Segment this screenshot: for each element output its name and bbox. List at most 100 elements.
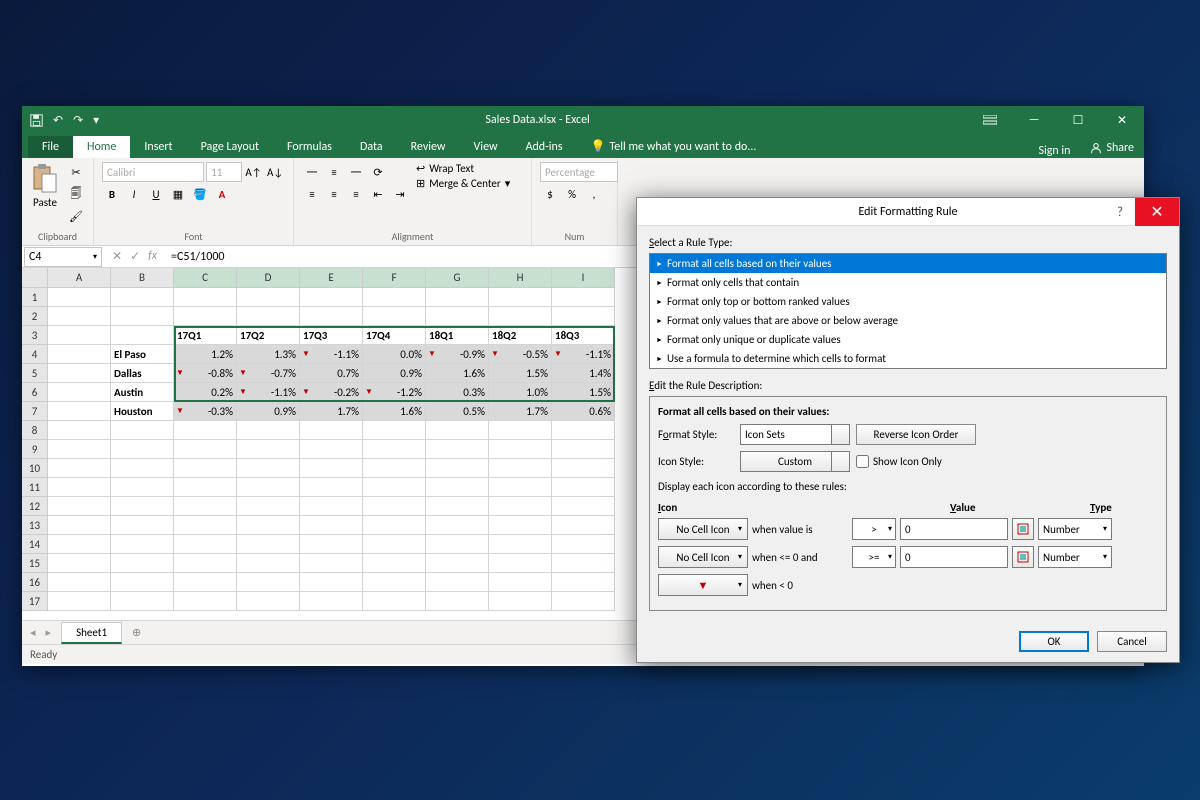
merge-center-button[interactable]: ⊞ Merge & Center ▾ xyxy=(416,177,510,190)
align-middle-icon[interactable]: ≡ xyxy=(324,162,344,182)
icon-rule-0-ref-button[interactable] xyxy=(1012,518,1034,540)
cell-G11[interactable] xyxy=(426,478,489,497)
cell-C9[interactable] xyxy=(174,440,237,459)
underline-button[interactable]: U xyxy=(146,184,166,204)
cell-A13[interactable] xyxy=(48,516,111,535)
qat-customize-icon[interactable]: ▾ xyxy=(93,113,99,128)
cell-A10[interactable] xyxy=(48,459,111,478)
cell-G9[interactable] xyxy=(426,440,489,459)
cell-I10[interactable] xyxy=(552,459,615,478)
cell-A3[interactable] xyxy=(48,326,111,345)
cell-D16[interactable] xyxy=(237,573,300,592)
cell-I5[interactable]: 1.4% xyxy=(552,364,615,383)
cell-B1[interactable] xyxy=(111,288,174,307)
cell-F10[interactable] xyxy=(363,459,426,478)
row-header-15[interactable]: 15 xyxy=(22,554,48,573)
new-sheet-icon[interactable]: ⊕ xyxy=(132,626,141,639)
icon-rule-0-value-input[interactable]: 0 xyxy=(900,518,1008,540)
cell-A6[interactable] xyxy=(48,383,111,402)
icon-rule-1-value-input[interactable]: 0 xyxy=(900,546,1008,568)
cell-E3[interactable]: 17Q3 xyxy=(300,326,363,345)
row-header-10[interactable]: 10 xyxy=(22,459,48,478)
italic-button[interactable]: I xyxy=(124,184,144,204)
border-icon[interactable]: ▦ xyxy=(168,184,188,204)
cell-I16[interactable] xyxy=(552,573,615,592)
cell-A9[interactable] xyxy=(48,440,111,459)
cell-F17[interactable] xyxy=(363,592,426,611)
comma-icon[interactable]: , xyxy=(584,184,604,204)
row-header-4[interactable]: 4 xyxy=(22,345,48,364)
cell-E2[interactable] xyxy=(300,307,363,326)
cell-C11[interactable] xyxy=(174,478,237,497)
icon-rule-1-type-combo[interactable]: Number xyxy=(1038,546,1112,568)
cell-I15[interactable] xyxy=(552,554,615,573)
cell-B11[interactable] xyxy=(111,478,174,497)
cell-D5[interactable]: ▼-0.7% xyxy=(237,364,300,383)
cell-E6[interactable]: ▼-0.2% xyxy=(300,383,363,402)
cell-B7[interactable]: Houston xyxy=(111,402,174,421)
cell-H2[interactable] xyxy=(489,307,552,326)
align-top-icon[interactable]: ⼀ xyxy=(302,162,322,182)
cell-A16[interactable] xyxy=(48,573,111,592)
signin-link[interactable]: Sign in xyxy=(1028,144,1080,158)
row-header-8[interactable]: 8 xyxy=(22,421,48,440)
cell-A14[interactable] xyxy=(48,535,111,554)
cell-C15[interactable] xyxy=(174,554,237,573)
tab-pagelayout[interactable]: Page Layout xyxy=(187,136,273,158)
rule-type-item-1[interactable]: Format only cells that contain xyxy=(650,273,1166,292)
cell-I9[interactable] xyxy=(552,440,615,459)
col-header-H[interactable]: H xyxy=(489,268,552,288)
rule-type-item-5[interactable]: Use a formula to determine which cells t… xyxy=(650,349,1166,368)
cell-D8[interactable] xyxy=(237,421,300,440)
cell-B8[interactable] xyxy=(111,421,174,440)
cell-F12[interactable] xyxy=(363,497,426,516)
cell-E12[interactable] xyxy=(300,497,363,516)
row-header-6[interactable]: 6 xyxy=(22,383,48,402)
col-header-G[interactable]: G xyxy=(426,268,489,288)
cell-C14[interactable] xyxy=(174,535,237,554)
tab-nav-prev-icon[interactable]: ◂ xyxy=(30,626,36,639)
grow-font-icon[interactable]: A↑ xyxy=(244,162,264,182)
cell-H3[interactable]: 18Q2 xyxy=(489,326,552,345)
cell-G15[interactable] xyxy=(426,554,489,573)
format-style-combo[interactable]: Icon Sets▾ xyxy=(740,424,850,445)
cell-E5[interactable]: 0.7% xyxy=(300,364,363,383)
cell-F7[interactable]: 1.6% xyxy=(363,402,426,421)
show-icon-only-checkbox[interactable] xyxy=(856,455,869,468)
icon-rule-0-type-combo[interactable]: Number xyxy=(1038,518,1112,540)
cancel-formula-icon[interactable]: ✕ xyxy=(112,249,122,264)
icon-rule-1-icon-combo[interactable]: No Cell Icon xyxy=(658,546,748,568)
font-size-dropdown[interactable]: 11 xyxy=(206,162,242,182)
orientation-icon[interactable]: ⟳ xyxy=(368,162,388,182)
cell-H5[interactable]: 1.5% xyxy=(489,364,552,383)
cell-E10[interactable] xyxy=(300,459,363,478)
cell-C4[interactable]: 1.2% xyxy=(174,345,237,364)
cell-I14[interactable] xyxy=(552,535,615,554)
cell-D7[interactable]: 0.9% xyxy=(237,402,300,421)
icon-rule-0-operator-combo[interactable]: > xyxy=(852,518,896,540)
cell-H13[interactable] xyxy=(489,516,552,535)
tab-data[interactable]: Data xyxy=(346,136,397,158)
cell-F1[interactable] xyxy=(363,288,426,307)
icon-rule-1-operator-combo[interactable]: >= xyxy=(852,546,896,568)
cell-A1[interactable] xyxy=(48,288,111,307)
tellme[interactable]: 💡 Tell me what you want to do... xyxy=(577,135,771,158)
cell-E9[interactable] xyxy=(300,440,363,459)
cell-C12[interactable] xyxy=(174,497,237,516)
cell-G7[interactable]: 0.5% xyxy=(426,402,489,421)
cell-F14[interactable] xyxy=(363,535,426,554)
ok-button[interactable]: OK xyxy=(1019,631,1089,652)
cell-E11[interactable] xyxy=(300,478,363,497)
cell-G3[interactable]: 18Q1 xyxy=(426,326,489,345)
cell-C1[interactable] xyxy=(174,288,237,307)
cell-I8[interactable] xyxy=(552,421,615,440)
shrink-font-icon[interactable]: A↓ xyxy=(265,162,285,182)
cell-A8[interactable] xyxy=(48,421,111,440)
cell-E8[interactable] xyxy=(300,421,363,440)
cell-D3[interactable]: 17Q2 xyxy=(237,326,300,345)
cell-D12[interactable] xyxy=(237,497,300,516)
cell-H6[interactable]: 1.0% xyxy=(489,383,552,402)
tab-home[interactable]: Home xyxy=(73,136,130,158)
cell-G10[interactable] xyxy=(426,459,489,478)
row-header-17[interactable]: 17 xyxy=(22,592,48,611)
